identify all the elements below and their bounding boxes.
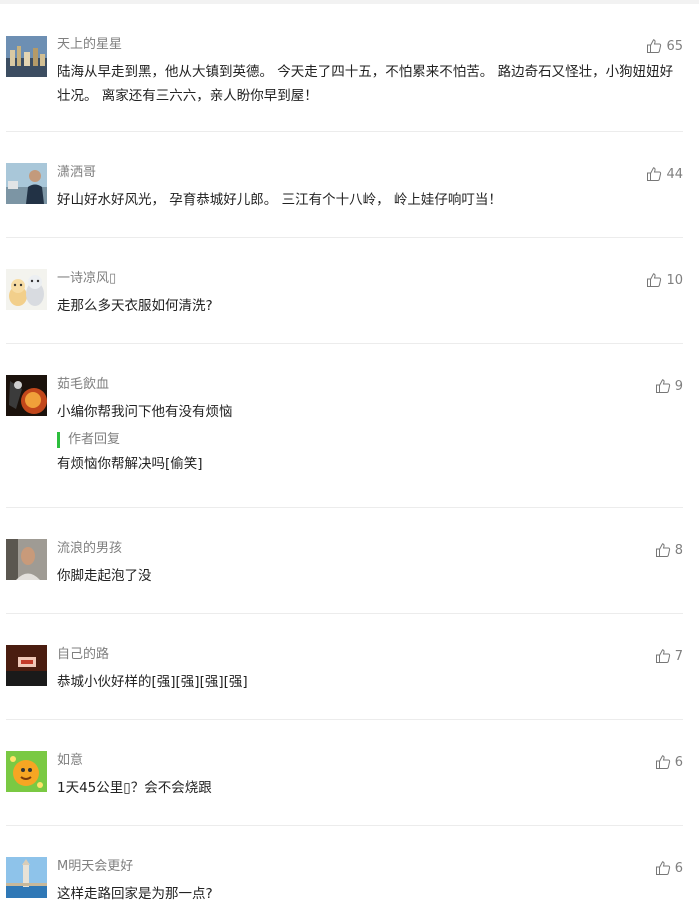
author-reply-content: 有烦恼你帮解决吗[偷笑] (57, 456, 203, 472)
comment-nickname: 如意 (57, 753, 84, 768)
comment-divider (6, 343, 683, 344)
comment-nickname: 茹毛飲血 (57, 377, 110, 392)
comment-content: 好山好水好风光， 孕育恭城好儿郎。 三江有个十八岭， 岭上娃仔响叮当！ (57, 192, 502, 208)
thumbs-up-icon (655, 861, 670, 875)
comment-content: 你脚走起泡了没 (57, 568, 152, 584)
avatar[interactable] (6, 163, 47, 204)
like-button[interactable]: 9 (655, 376, 683, 396)
avatar[interactable] (6, 539, 47, 580)
like-count: 8 (674, 542, 683, 558)
comment-divider (6, 131, 683, 132)
comment-content: 小编你帮我问下他有没有烦恼 (57, 404, 233, 420)
thumbs-up-icon (655, 379, 670, 393)
like-count: 44 (666, 166, 683, 182)
like-button[interactable]: 10 (646, 270, 683, 290)
comment-item: 茹毛飲血 9 小编你帮我问下他有没有烦恼 作者回复 有烦恼你帮解决吗[偷笑] (0, 375, 699, 486)
avatar[interactable] (6, 375, 47, 416)
like-count: 6 (674, 860, 683, 876)
comment-nickname: 潇洒哥 (57, 165, 97, 180)
thumbs-up-icon (647, 39, 662, 53)
like-count: 9 (674, 378, 683, 394)
thumbs-up-icon (647, 273, 662, 287)
like-count: 65 (666, 38, 683, 54)
thumbs-up-icon (655, 649, 670, 663)
comment-content: 恭城小伙好样的[强][强][强][强] (57, 674, 248, 690)
like-count: 7 (674, 648, 683, 664)
author-reply-label: 作者回复 (57, 432, 120, 448)
comment-content: 这样走路回家是为那一点? (57, 886, 213, 902)
comment-nickname: 流浪的男孩 (57, 541, 123, 556)
top-divider (0, 0, 699, 4)
like-button[interactable]: 44 (646, 164, 683, 184)
like-count: 6 (674, 754, 683, 770)
comment-item: 如意 6 1天45公里▯？会不会烧跟 (0, 751, 699, 812)
avatar[interactable] (6, 645, 47, 686)
avatar[interactable] (6, 857, 47, 898)
comment-divider (6, 507, 683, 508)
comment-content: 走那么多天衣服如何清洗? (57, 298, 213, 314)
comment-nickname: M明天会更好 (57, 859, 134, 874)
thumbs-up-icon (655, 755, 670, 769)
like-button[interactable]: 65 (646, 36, 683, 56)
thumbs-up-icon (655, 543, 670, 557)
like-button[interactable]: 6 (655, 752, 683, 772)
comment-divider (6, 237, 683, 238)
comment-item: M明天会更好 6 这样走路回家是为那一点? (0, 857, 699, 918)
comment-item: 一诗凉风▯ 10 走那么多天衣服如何清洗? (0, 269, 699, 330)
comment-divider (6, 825, 683, 826)
like-button[interactable]: 7 (655, 646, 683, 666)
avatar[interactable] (6, 269, 47, 310)
avatar[interactable] (6, 36, 47, 77)
comment-item: 自己的路 7 恭城小伙好样的[强][强][强][强] (0, 645, 699, 706)
comment-item: 天上的星星 65 陆海从早走到黑，他从大镇到英德。 今天走了四十五，不怕累来不怕… (0, 36, 699, 126)
comment-content: 1天45公里▯？会不会烧跟 (57, 780, 212, 796)
like-count: 10 (666, 272, 683, 288)
comment-item: 流浪的男孩 8 你脚走起泡了没 (0, 539, 699, 600)
like-button[interactable]: 8 (655, 540, 683, 560)
thumbs-up-icon (647, 167, 662, 181)
like-button[interactable]: 6 (655, 858, 683, 878)
comment-nickname: 一诗凉风▯ (57, 271, 117, 286)
comment-item: 潇洒哥 44 好山好水好风光， 孕育恭城好儿郎。 三江有个十八岭， 岭上娃仔响叮… (0, 163, 699, 224)
comment-nickname: 天上的星星 (57, 37, 123, 52)
comment-divider (6, 719, 683, 720)
avatar[interactable] (6, 751, 47, 792)
comment-content: 陆海从早走到黑，他从大镇到英德。 今天走了四十五，不怕累来不怕苦。 路边奇石又怪… (57, 64, 674, 104)
comment-nickname: 自己的路 (57, 647, 110, 662)
comment-divider (6, 613, 683, 614)
